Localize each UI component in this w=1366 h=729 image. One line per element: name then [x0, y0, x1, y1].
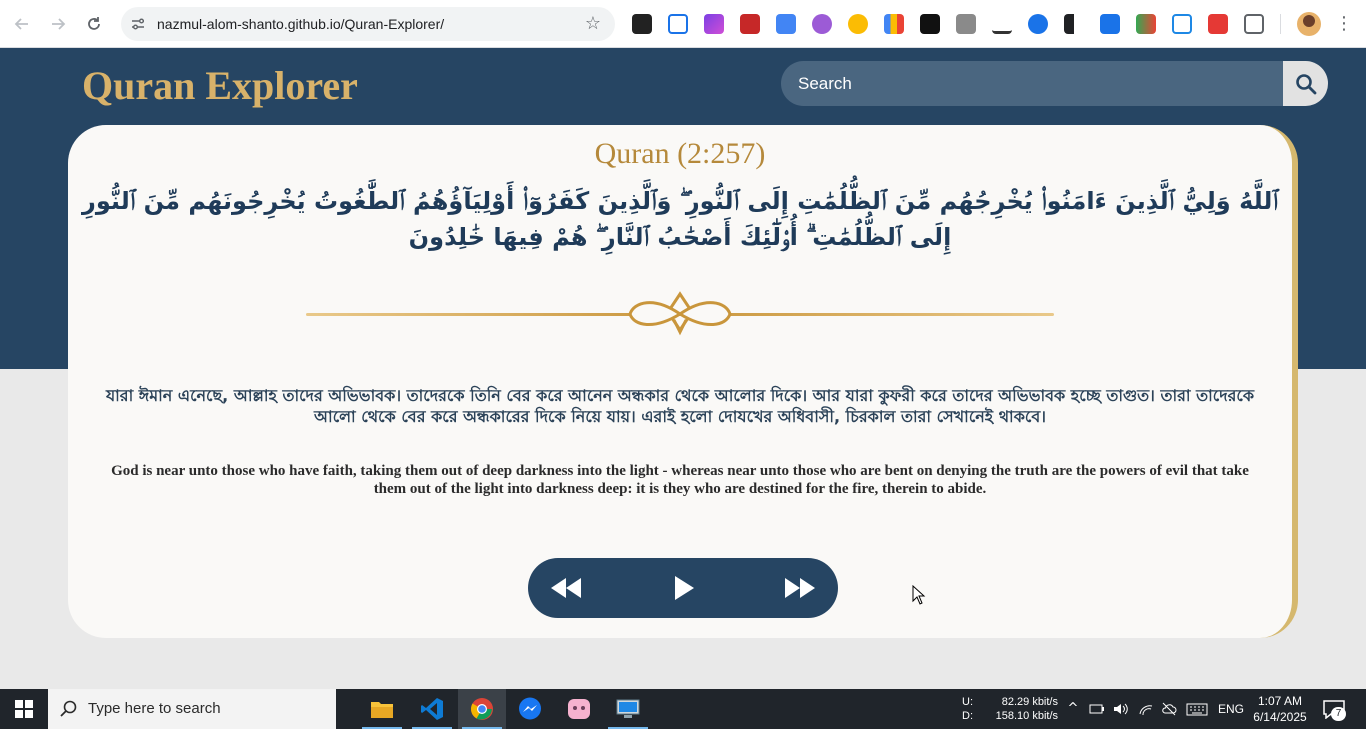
- extension-download-icon[interactable]: [1100, 14, 1120, 34]
- site-title[interactable]: Quran Explorer: [82, 62, 358, 109]
- clock[interactable]: 1:07 AM 6/14/2025: [1252, 693, 1308, 725]
- reload-button[interactable]: [82, 12, 106, 36]
- rewind-icon: [551, 578, 581, 598]
- audio-player: [528, 558, 838, 618]
- taskbar-app-remote-desktop[interactable]: [604, 689, 652, 729]
- search-button[interactable]: [1283, 61, 1328, 106]
- net-upload-value: 82.29 kbit/s: [1001, 696, 1058, 708]
- extension-color-icon[interactable]: [1136, 14, 1156, 34]
- start-button[interactable]: [0, 689, 48, 729]
- messenger-icon: [519, 697, 541, 720]
- search-icon: [60, 700, 77, 717]
- extension-fx-icon[interactable]: [920, 14, 940, 34]
- more-vert-icon[interactable]: ⋮: [1334, 12, 1354, 36]
- extension-eyedropper-icon[interactable]: [992, 14, 1012, 34]
- magnifier-icon: [1295, 73, 1316, 94]
- mouse-cursor-icon: [912, 585, 926, 605]
- taskbar-search-placeholder[interactable]: Type here to search: [88, 689, 221, 729]
- back-button[interactable]: [10, 12, 34, 36]
- site-info-icon[interactable]: [129, 15, 147, 33]
- taskbar-app-messenger[interactable]: [506, 689, 554, 729]
- wifi-icon[interactable]: [1138, 701, 1154, 717]
- verse-card: Quran (2:257) ٱللَّهُ وَلِيُّ ٱلَّذِينَ …: [68, 125, 1298, 638]
- language-indicator[interactable]: ENG: [1218, 689, 1244, 729]
- extension-window-icon[interactable]: [1172, 14, 1192, 34]
- file-explorer-icon: [371, 702, 393, 718]
- net-download-label: D:: [962, 710, 973, 722]
- extension-brain-icon[interactable]: [812, 14, 832, 34]
- fast-forward-icon: [785, 578, 815, 598]
- taskbar: Type here to search U: D: 82.29 kbit/s 1…: [0, 689, 1366, 729]
- taskbar-search[interactable]: Type here to search: [48, 689, 336, 729]
- extension-chart-icon[interactable]: [884, 14, 904, 34]
- vscode-icon: [421, 698, 443, 720]
- reload-icon: [88, 17, 100, 30]
- verse-reference: Quran (2:257): [594, 137, 766, 170]
- profile-avatar[interactable]: [1297, 12, 1321, 36]
- play-button[interactable]: [664, 568, 704, 608]
- net-labels: U: D:: [962, 695, 973, 723]
- english-translation: God is near unto those who have faith, t…: [111, 463, 1249, 497]
- extension-dark-icon[interactable]: [632, 14, 652, 34]
- extension-pen-icon[interactable]: [704, 14, 724, 34]
- extensions-puzzle-icon[interactable]: [1244, 14, 1264, 34]
- net-download-value: 158.10 kbit/s: [995, 710, 1058, 722]
- extension-grid-icon[interactable]: [956, 14, 976, 34]
- clock-time: 1:07 AM: [1257, 694, 1303, 708]
- extension-bars-icon[interactable]: [1208, 14, 1228, 34]
- address-bar[interactable]: nazmul-alom-shanto.github.io/Quran-Explo…: [121, 7, 615, 41]
- play-icon: [675, 576, 694, 600]
- taskbar-app-pink[interactable]: [555, 689, 603, 729]
- remote-desktop-icon: [616, 699, 640, 718]
- arrow-right-icon: [52, 18, 66, 30]
- page: Quran Explorer Quran (2:257) ٱللَّهُ وَل…: [0, 48, 1366, 689]
- clock-date: 6/14/2025: [1253, 710, 1307, 724]
- pink-app-icon: [568, 699, 590, 719]
- net-upload-label: U:: [962, 696, 973, 708]
- ornament-divider: [306, 291, 1054, 336]
- extension-smile-icon[interactable]: [848, 14, 868, 34]
- extension-red-icon[interactable]: [740, 14, 760, 34]
- arabic-text: ٱللَّهُ وَلِيُّ ٱلَّذِينَ ءَامَنُوا۟ يُخ…: [82, 187, 1278, 251]
- notification-count-badge: 7: [1331, 707, 1346, 721]
- search-bar: [781, 61, 1328, 106]
- bengali-translation: যারা ঈমান এনেছে, আল্লাহ তাদের অভিভাবক। ত…: [105, 386, 1255, 426]
- battery-icon[interactable]: [1089, 701, 1105, 717]
- chevron-up-icon[interactable]: ^: [1065, 701, 1081, 717]
- taskbar-app-chrome[interactable]: [458, 689, 506, 729]
- taskbar-app-vscode[interactable]: [408, 689, 456, 729]
- windows-logo-icon: [15, 700, 33, 718]
- keyboard-icon[interactable]: [1186, 701, 1208, 717]
- cloud-off-icon[interactable]: [1161, 701, 1177, 717]
- browser-toolbar: nazmul-alom-shanto.github.io/Quran-Explo…: [0, 0, 1366, 48]
- forward-button[interactable]: [46, 12, 70, 36]
- volume-icon[interactable]: [1113, 701, 1129, 717]
- url-text[interactable]: nazmul-alom-shanto.github.io/Quran-Explo…: [157, 7, 444, 41]
- arrow-left-icon: [14, 18, 28, 30]
- net-speed: 82.29 kbit/s 158.10 kbit/s: [992, 695, 1058, 723]
- toolbar-divider: [1280, 14, 1281, 34]
- star-icon[interactable]: ☆: [583, 14, 603, 34]
- taskbar-app-file-explorer[interactable]: [358, 689, 406, 729]
- next-button[interactable]: [780, 568, 820, 608]
- extension-arrow-icon[interactable]: [1064, 14, 1084, 34]
- extension-translate-icon[interactable]: [776, 14, 796, 34]
- extension-capture-icon[interactable]: [668, 14, 688, 34]
- extension-shield-icon[interactable]: [1028, 14, 1048, 34]
- search-input[interactable]: [781, 61, 1283, 106]
- chrome-icon: [471, 698, 493, 720]
- previous-button[interactable]: [546, 568, 586, 608]
